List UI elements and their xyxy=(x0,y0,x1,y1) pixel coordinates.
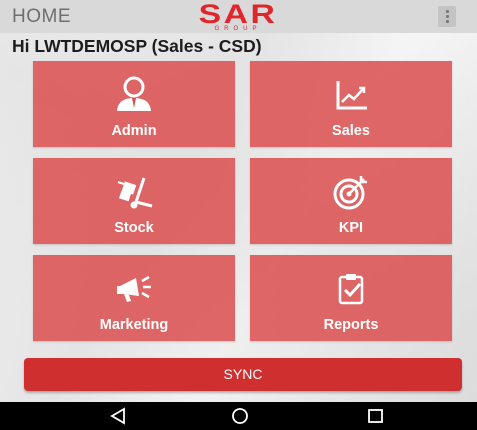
tile-kpi-label: KPI xyxy=(338,220,364,236)
tile-sales[interactable]: Sales xyxy=(250,61,452,147)
back-triangle-icon[interactable] xyxy=(109,407,127,425)
tile-kpi[interactable]: KPI xyxy=(250,158,452,244)
system-nav-bar xyxy=(0,402,477,430)
target-icon xyxy=(333,176,367,210)
tile-stock-label: Stock xyxy=(114,220,154,236)
tile-marketing-label: Marketing xyxy=(99,317,169,333)
home-circle-icon[interactable] xyxy=(231,407,249,425)
sync-button[interactable]: SYNC xyxy=(24,358,462,391)
clipboard-check-icon xyxy=(338,274,364,305)
tile-admin[interactable]: Admin xyxy=(33,61,235,147)
recents-square-icon[interactable] xyxy=(366,407,384,425)
line-chart-icon xyxy=(336,81,367,110)
logo-main-text: SAR xyxy=(198,0,278,29)
page-title: HOME xyxy=(12,6,71,27)
tile-reports-label: Reports xyxy=(323,317,379,333)
sar-group-logo: SAR GROUP xyxy=(198,1,278,33)
app-bar: HOME SAR GROUP xyxy=(0,0,477,33)
tile-reports[interactable]: Reports xyxy=(250,255,452,341)
tile-admin-label: Admin xyxy=(111,123,157,139)
greeting-text: Hi LWTDEMOSP (Sales - CSD) xyxy=(12,36,262,56)
tile-marketing[interactable]: Marketing xyxy=(33,255,235,341)
hand-truck-icon xyxy=(117,177,153,209)
tile-sales-label: Sales xyxy=(332,123,370,139)
megaphone-icon xyxy=(117,275,151,302)
user-icon xyxy=(117,76,151,111)
overflow-menu-icon[interactable] xyxy=(438,6,456,27)
tile-stock[interactable]: Stock xyxy=(33,158,235,244)
